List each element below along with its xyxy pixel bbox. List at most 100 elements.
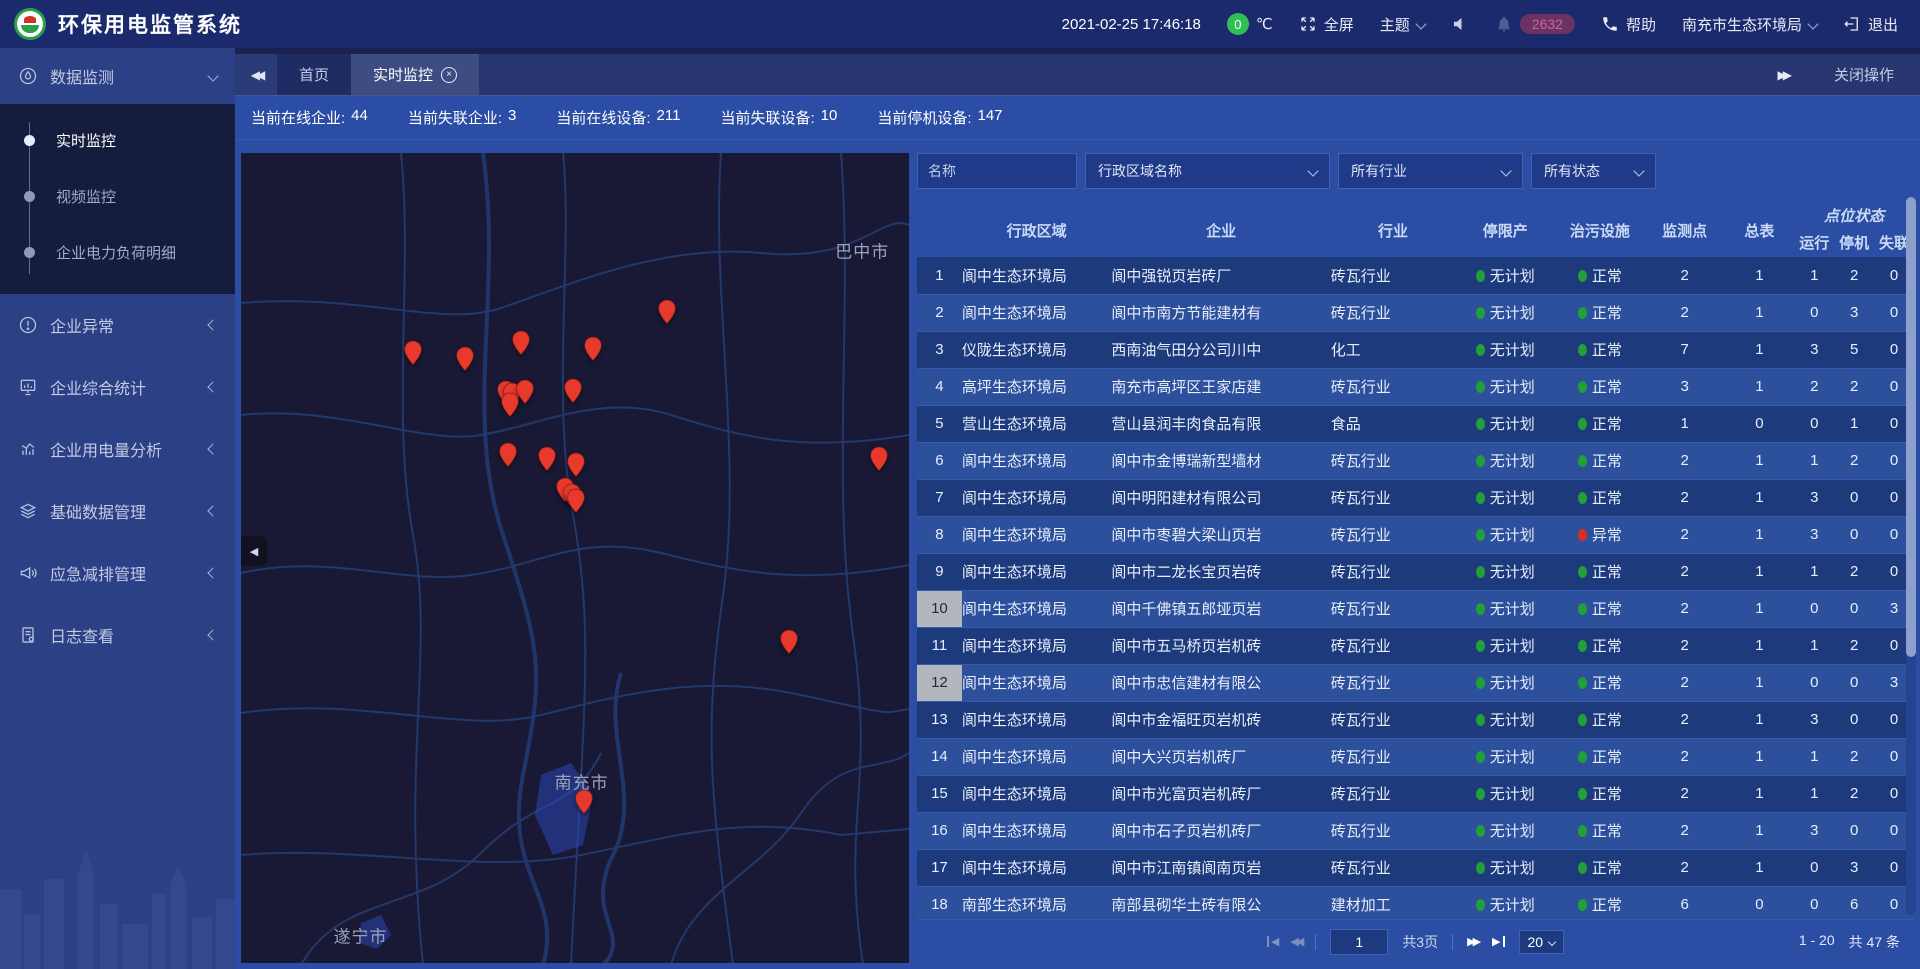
map-pin-icon[interactable] xyxy=(566,452,585,478)
status-dot-icon xyxy=(1578,270,1587,282)
table-row[interactable]: 5营山生态环境局营山县润丰肉食品有限食品无计划正常10010 xyxy=(917,405,1914,442)
map-pin-icon[interactable] xyxy=(511,330,530,356)
status-dot-icon xyxy=(1578,788,1587,800)
map-pin-icon[interactable] xyxy=(537,446,556,472)
tab-实时监控[interactable]: 实时监控× xyxy=(351,54,479,95)
map-pin-icon[interactable] xyxy=(780,629,799,655)
cell-run: 3 xyxy=(1794,331,1834,368)
table-scrollbar[interactable] xyxy=(1906,197,1916,915)
prev-page-button[interactable]: ◀◀ xyxy=(1290,935,1301,948)
map-panel[interactable]: 巴中市南充市遂宁市 ◀ xyxy=(241,153,909,963)
map-pin-icon[interactable] xyxy=(404,340,423,366)
table-row[interactable]: 3仪陇生态环境局西南油气田分公司川中化工无计划正常71350 xyxy=(917,331,1914,368)
last-page-button[interactable]: ▶ xyxy=(1492,935,1504,948)
industry-select[interactable]: 所有行业 xyxy=(1338,153,1523,189)
map-collapse-button[interactable]: ◀ xyxy=(241,536,267,566)
sidebar-item-基础数据管理[interactable]: 基础数据管理 xyxy=(0,480,235,542)
fullscreen-button[interactable]: 全屏 xyxy=(1299,14,1354,35)
table-body-viewport[interactable]: 1阆中生态环境局阆中强锐页岩砖厂砖瓦行业无计划正常211202阆中生态环境局阆中… xyxy=(917,257,1914,919)
table-row[interactable]: 12阆中生态环境局阆中市忠信建材有限公砖瓦行业无计划正常21003 xyxy=(917,664,1914,701)
map-pin-icon[interactable] xyxy=(584,336,603,362)
sidebar-item-企业综合统计[interactable]: 企业综合统计 xyxy=(0,356,235,418)
table-row[interactable]: 13阆中生态环境局阆中市金福旺页岩机砖砖瓦行业无计划正常21300 xyxy=(917,701,1914,738)
cell-limit: 无计划 xyxy=(1455,664,1555,701)
sidebar-item-data-monitor[interactable]: 数据监测 xyxy=(0,48,235,104)
tabs-scroll-right-button[interactable]: ▶▶ xyxy=(1778,68,1788,82)
sidebar-subitem-实时监控[interactable]: 实时监控 xyxy=(0,112,235,168)
power-analysis-icon xyxy=(18,439,38,459)
theme-menu[interactable]: 主题 xyxy=(1380,14,1425,35)
cell-company: 阆中市江南镇阆南页岩 xyxy=(1111,849,1330,886)
table-row[interactable]: 9阆中生态环境局阆中市二龙长宝页岩砖砖瓦行业无计划正常21120 xyxy=(917,553,1914,590)
tab-close-icon[interactable]: × xyxy=(441,67,457,83)
table-row[interactable]: 8阆中生态环境局阆中市枣碧大梁山页岩砖瓦行业无计划异常21300 xyxy=(917,516,1914,553)
sidebar-subitem-企业电力负荷明细[interactable]: 企业电力负荷明细 xyxy=(0,224,235,280)
first-page-icon: ◀ xyxy=(1271,935,1276,948)
page-size-select[interactable]: 20 xyxy=(1519,930,1565,954)
table-row[interactable]: 7阆中生态环境局阆中明阳建材有限公司砖瓦行业无计划正常21300 xyxy=(917,479,1914,516)
stat-value: 211 xyxy=(657,107,681,128)
map-pin-icon[interactable] xyxy=(574,789,593,815)
stat-value: 147 xyxy=(978,107,1003,128)
status-select[interactable]: 所有状态 xyxy=(1531,153,1656,189)
mute-button[interactable] xyxy=(1451,15,1469,33)
cell-industry: 砖瓦行业 xyxy=(1331,368,1456,405)
cell-meters: 1 xyxy=(1725,442,1795,479)
sidebar-item-日志查看[interactable]: 日志查看 xyxy=(0,604,235,666)
logout-button[interactable]: 退出 xyxy=(1843,14,1898,35)
cell-stop: 2 xyxy=(1834,368,1874,405)
map-pin-icon[interactable] xyxy=(456,346,475,372)
map-pin-icon[interactable] xyxy=(563,378,582,404)
table-row[interactable]: 16阆中生态环境局阆中市石子页岩机砖厂砖瓦行业无计划正常21300 xyxy=(917,812,1914,849)
sidebar-item-应急减排管理[interactable]: 应急减排管理 xyxy=(0,542,235,604)
sidebar-menu: 企业异常企业综合统计企业用电量分析基础数据管理应急减排管理日志查看 xyxy=(0,294,235,666)
sidebar-item-企业异常[interactable]: 企业异常 xyxy=(0,294,235,356)
table-row[interactable]: 6阆中生态环境局阆中市金博瑞新型墙材砖瓦行业无计划正常21120 xyxy=(917,442,1914,479)
sidebar-item-企业用电量分析[interactable]: 企业用电量分析 xyxy=(0,418,235,480)
map-pin-icon[interactable] xyxy=(657,299,676,325)
table-row[interactable]: 1阆中生态环境局阆中强锐页岩砖厂砖瓦行业无计划正常21120 xyxy=(917,257,1914,294)
status-dot-icon xyxy=(1578,714,1587,726)
page-size-value: 20 xyxy=(1528,934,1544,950)
first-page-button[interactable]: ◀ xyxy=(1267,935,1276,948)
col-region: 行政区域 xyxy=(962,197,1112,257)
map-pin-icon[interactable] xyxy=(501,392,520,418)
col-point-status-group: 点位状态 xyxy=(1794,197,1914,227)
table-row[interactable]: 15阆中生态环境局阆中市光富页岩机砖厂砖瓦行业无计划正常21120 xyxy=(917,775,1914,812)
cell-region: 阆中生态环境局 xyxy=(962,775,1112,812)
map-pin-icon[interactable] xyxy=(869,446,888,472)
cell-meters: 0 xyxy=(1725,886,1795,919)
table-row[interactable]: 17阆中生态环境局阆中市江南镇阆南页岩砖瓦行业无计划正常21030 xyxy=(917,849,1914,886)
table-row[interactable]: 2阆中生态环境局阆中市南方节能建材有砖瓦行业无计划正常21030 xyxy=(917,294,1914,331)
page-number-input[interactable] xyxy=(1330,929,1388,955)
cell-stop: 2 xyxy=(1834,738,1874,775)
sidebar-item-label: 日志查看 xyxy=(50,623,114,647)
cell-facility: 正常 xyxy=(1555,849,1645,886)
status-dot-icon xyxy=(1578,529,1587,541)
cell-company: 阆中市金博瑞新型墙材 xyxy=(1111,442,1330,479)
name-search-input[interactable] xyxy=(917,153,1077,189)
table-row[interactable]: 10阆中生态环境局阆中千佛镇五郎垭页岩砖瓦行业无计划正常21003 xyxy=(917,590,1914,627)
table-row[interactable]: 4高坪生态环境局南充市高坪区王家店建砖瓦行业无计划正常31220 xyxy=(917,368,1914,405)
org-menu[interactable]: 南充市生态环境局 xyxy=(1682,14,1817,35)
map-pin-icon[interactable] xyxy=(498,442,517,468)
row-index: 12 xyxy=(917,664,962,701)
table-row[interactable]: 11阆中生态环境局阆中市五马桥页岩机砖砖瓦行业无计划正常21120 xyxy=(917,627,1914,664)
status-dot-icon xyxy=(1476,418,1485,430)
chevron-left-icon xyxy=(207,629,218,640)
scrollbar-thumb[interactable] xyxy=(1906,197,1916,657)
next-page-button[interactable]: ▶▶ xyxy=(1467,935,1478,948)
tab-首页[interactable]: 首页 xyxy=(277,54,351,95)
sidebar-item-label: 企业异常 xyxy=(50,313,114,337)
close-operations-button[interactable]: 关闭操作 xyxy=(1834,64,1894,85)
table-row[interactable]: 18南部生态环境局南部县砌华土砖有限公建材加工无计划正常60060 xyxy=(917,886,1914,919)
tabs-scroll-left-button[interactable]: ◀◀ xyxy=(235,54,277,95)
region-select[interactable]: 行政区域名称 xyxy=(1085,153,1330,189)
sidebar-subitem-视频监控[interactable]: 视频监控 xyxy=(0,168,235,224)
notifications[interactable]: 2632 xyxy=(1495,14,1575,34)
stat-label: 当前停机设备: xyxy=(877,107,971,128)
table-row[interactable]: 14阆中生态环境局阆中大兴页岩机砖厂砖瓦行业无计划正常21120 xyxy=(917,738,1914,775)
help-button[interactable]: 帮助 xyxy=(1601,14,1656,35)
map-pin-icon[interactable] xyxy=(566,488,585,514)
status-dot-icon xyxy=(1578,862,1587,874)
